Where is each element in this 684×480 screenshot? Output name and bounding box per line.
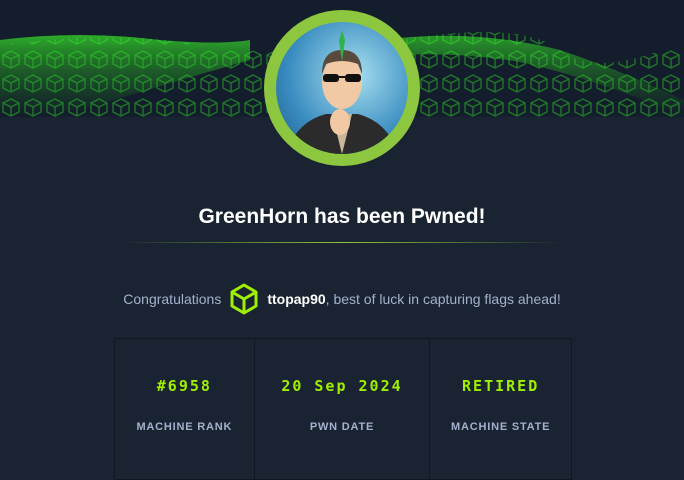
stat-label: MACHINE STATE [451, 421, 551, 433]
avatar-character-image [286, 30, 398, 154]
page-title: GreenHorn has been Pwned! [198, 205, 486, 228]
stats-panel: #6958 MACHINE RANK 20 Sep 2024 PWN DATE … [114, 338, 572, 480]
stat-value: #6958 [156, 377, 212, 395]
stat-label: PWN DATE [309, 421, 375, 433]
congrats-message: Congratulations ttopap90, best of luck i… [0, 282, 684, 316]
htb-cube-icon [230, 283, 258, 315]
congrats-prefix: Congratulations [123, 291, 222, 307]
congrats-suffix: , best of luck in capturing flags ahead! [325, 291, 561, 307]
stat-machine-state: RETIRED MACHINE STATE [430, 339, 571, 479]
stat-label: MACHINE RANK [136, 421, 233, 433]
title-divider [120, 242, 564, 243]
stat-value: RETIRED [462, 377, 540, 395]
stat-pwn-date: 20 Sep 2024 PWN DATE [255, 339, 431, 479]
stat-value: 20 Sep 2024 [281, 377, 403, 395]
machine-avatar [264, 10, 420, 166]
stat-machine-rank: #6958 MACHINE RANK [115, 339, 255, 479]
username-link[interactable]: ttopap90 [267, 291, 325, 307]
